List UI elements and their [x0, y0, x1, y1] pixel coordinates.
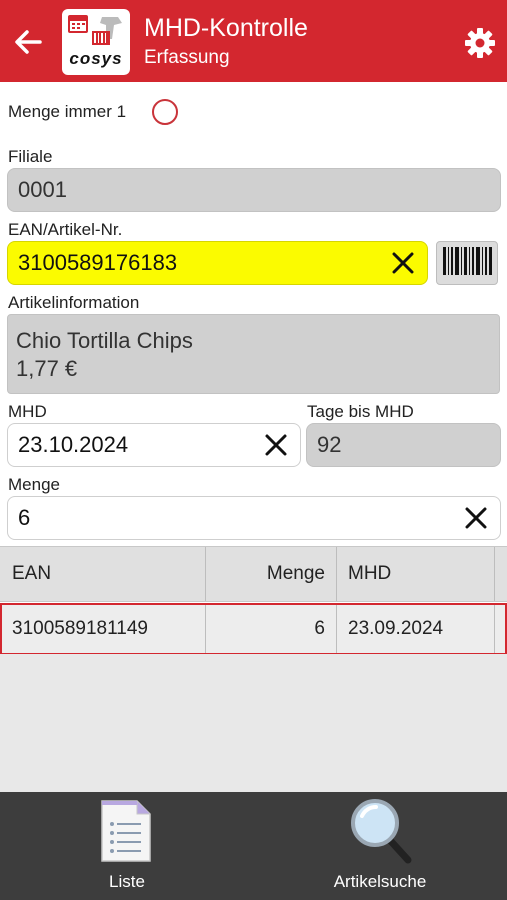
tage-bis-mhd-field: 92 [306, 423, 501, 467]
page-subtitle: Erfassung [144, 47, 230, 68]
app-logo-text: cosys [69, 49, 123, 68]
row-menge: 6 [314, 618, 325, 639]
ean-input[interactable]: 3100589176183 [7, 241, 428, 285]
artikelinfo-label: Artikelinformation [8, 293, 140, 312]
ean-label: EAN/Artikel-Nr. [8, 220, 123, 239]
barcode-icon[interactable] [436, 241, 498, 285]
row-ean: 3100589181149 [12, 618, 148, 639]
nav-artikelsuche[interactable]: Artikelsuche [280, 792, 480, 900]
nav-artikelsuche-label: Artikelsuche [333, 872, 427, 891]
mhd-input-value: 23.10.2024 [18, 432, 129, 457]
table-row[interactable]: 3100589181149 6 23.09.2024 [0, 603, 507, 655]
menge-label: Menge [8, 475, 60, 494]
column-header-ean[interactable]: EAN [12, 547, 51, 601]
close-icon[interactable] [262, 431, 290, 459]
list-empty-area [0, 654, 507, 792]
page-title: MHD-Kontrolle [144, 14, 308, 42]
menge-input-value: 6 [18, 505, 31, 530]
gear-icon[interactable] [462, 25, 498, 61]
menge-input[interactable]: 6 [7, 496, 501, 540]
table-header: EAN Menge MHD [0, 546, 507, 602]
filiale-field: 0001 [7, 168, 501, 212]
artikel-name: Chio Tortilla Chips [16, 328, 193, 353]
erfassung-table: EAN Menge MHD 3100589181149 6 23.09.2024 [0, 546, 507, 655]
magnifier-icon [348, 796, 414, 864]
artikel-preis: 1,77 € [16, 356, 78, 381]
close-icon[interactable] [462, 504, 490, 532]
menge-immer-1-radio[interactable] [152, 99, 178, 125]
tage-bis-mhd-label: Tage bis MHD [307, 402, 414, 421]
menge-immer-1-label: Menge immer 1 [8, 102, 127, 121]
bottom-nav: Liste Artikelsuche [0, 792, 507, 900]
filiale-label: Filiale [8, 147, 53, 166]
row-mhd: 23.09.2024 [348, 618, 444, 639]
close-icon[interactable] [389, 249, 417, 277]
app-header: cosys MHD-Kontrolle Erfassung [0, 0, 507, 82]
list-document-icon [99, 798, 153, 864]
column-header-menge[interactable]: Menge [205, 547, 325, 601]
nav-liste-label: Liste [109, 872, 145, 891]
artikelinfo-box: Chio Tortilla Chips 1,77 € [7, 314, 500, 394]
mhd-label: MHD [8, 402, 47, 421]
back-arrow-icon[interactable] [10, 24, 46, 60]
nav-liste[interactable]: Liste [27, 792, 227, 900]
ean-input-value: 3100589176183 [18, 250, 178, 275]
mhd-input[interactable]: 23.10.2024 [7, 423, 301, 467]
column-header-mhd[interactable]: MHD [348, 547, 391, 601]
app-logo-icon: cosys [62, 9, 130, 75]
